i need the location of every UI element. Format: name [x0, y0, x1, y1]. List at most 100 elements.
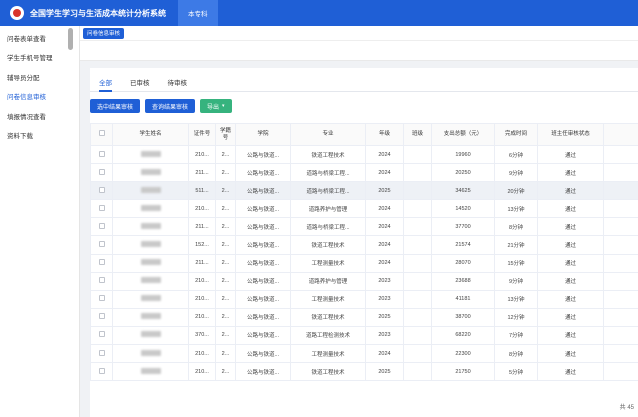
row-select-cell[interactable] — [90, 144, 113, 165]
sidebar-item-counselor-assign[interactable]: 辅导员分配 — [0, 67, 79, 87]
table-row[interactable]: 210... 2... 公路与铁道... 工程测量技术 2024 22300 8分钟 通过 — [90, 344, 638, 364]
row-select-cell[interactable] — [90, 344, 113, 364]
top-bar: 全国学生学习与生活成本统计分析系统 本专科 — [0, 0, 638, 26]
cell-total: 21750 — [431, 362, 495, 382]
cell-major: 铁道工程技术 — [290, 144, 366, 165]
cell-college: 公路与铁道... — [235, 253, 291, 273]
redacted-name — [140, 331, 161, 338]
row-checkbox[interactable] — [98, 313, 105, 320]
toolbar: 选中结果审核 查询结果审核 导出 ▾ — [90, 92, 638, 119]
row-select-cell[interactable] — [90, 235, 113, 255]
header-status: 班主任审核状态 — [537, 123, 604, 146]
row-select-cell[interactable] — [90, 163, 113, 183]
cell-extra — [603, 144, 638, 165]
table-row[interactable]: 211... 2... 公路与铁道... 工程测量技术 2024 28070 15分钟 通过 — [90, 253, 638, 273]
row-checkbox[interactable] — [98, 295, 105, 302]
row-checkbox[interactable] — [98, 367, 105, 374]
table-row[interactable]: 210... 2... 公路与铁道... 道路养护与管理 2024 14520 13分钟 通过 — [90, 199, 638, 219]
cell-grade: 2024 — [365, 217, 404, 237]
row-select-cell[interactable] — [90, 181, 113, 201]
select-all-cell[interactable] — [90, 123, 113, 146]
redacted-name — [140, 349, 161, 356]
cell-id: 210... — [188, 289, 216, 309]
cell-grade: 2025 — [365, 307, 404, 327]
redacted-name — [140, 241, 161, 248]
row-checkbox[interactable] — [98, 331, 105, 338]
export-button[interactable]: 导出 ▾ — [200, 99, 232, 113]
table-row[interactable]: 210... 2... 公路与铁道... 铁道工程技术 2025 21750 5分钟 通过 — [90, 362, 638, 382]
row-select-cell[interactable] — [90, 362, 113, 382]
cell-grade: 2023 — [365, 271, 404, 291]
sidebar-scrollbar[interactable] — [68, 28, 73, 50]
header-college: 学院 — [235, 123, 291, 146]
row-select-cell[interactable] — [90, 199, 113, 219]
cell-grade: 2023 — [365, 325, 404, 346]
row-checkbox[interactable] — [98, 186, 105, 193]
tab-reviewed[interactable]: 已审核 — [121, 72, 159, 91]
select-all-checkbox[interactable] — [98, 130, 105, 136]
student-name-cell — [112, 344, 189, 364]
cell-total: 23688 — [431, 271, 495, 291]
row-checkbox[interactable] — [98, 277, 105, 284]
cell-total: 20250 — [431, 163, 495, 183]
sidebar-item-survey-review[interactable]: 问卷信息审核 — [0, 87, 79, 107]
cell-status: 通过 — [537, 144, 604, 165]
table-row[interactable]: 152... 2... 公路与铁道... 铁道工程技术 2024 21574 21分钟 通过 — [90, 235, 638, 255]
cell-college: 公路与铁道... — [235, 235, 291, 255]
table-row[interactable]: 211... 2... 公路与铁道... 道路与桥梁工程... 2024 20250 9分钟… — [90, 163, 638, 183]
cell-time: 12分钟 — [494, 307, 538, 327]
cell-college: 公路与铁道... — [235, 144, 291, 165]
row-checkbox[interactable] — [98, 150, 105, 157]
cell-time: 8分钟 — [494, 217, 538, 237]
row-select-cell[interactable] — [90, 325, 113, 346]
breadcrumb-tag[interactable]: 问卷信息审核 — [83, 27, 125, 39]
cell-grade: 2024 — [365, 344, 404, 364]
table-row[interactable]: 211... 2... 公路与铁道... 道路与桥梁工程... 2024 37700 8分钟… — [90, 217, 638, 237]
cell-extra — [603, 217, 638, 237]
cell-id: 210... — [188, 144, 216, 165]
cell-total: 68220 — [431, 325, 495, 346]
cell-major: 铁道工程技术 — [290, 362, 366, 382]
app-title: 全国学生学习与生活成本统计分析系统 — [30, 8, 166, 18]
review-query-button[interactable]: 查询结果审核 — [145, 99, 196, 113]
cell-class — [403, 344, 432, 364]
pagination-total: 共 45 — [619, 405, 634, 411]
sidebar-item-downloads[interactable]: 资料下载 — [0, 126, 79, 146]
cell-time: 15分钟 — [494, 253, 538, 273]
table-row[interactable]: 210... 2... 公路与铁道... 铁道工程技术 2025 38700 12分钟 通过 — [90, 307, 638, 327]
cell-status: 通过 — [537, 307, 604, 327]
student-name-cell — [112, 362, 189, 382]
table-row[interactable]: 210... 2... 公路与铁道... 工程测量技术 2023 41181 13分钟 通过 — [90, 289, 638, 309]
sidebar-item-phone-manage[interactable]: 学生手机号管理 — [0, 48, 79, 68]
row-select-cell[interactable] — [90, 271, 113, 291]
row-select-cell[interactable] — [90, 253, 113, 273]
tab-undergrad[interactable]: 本专科 — [178, 0, 218, 26]
row-checkbox[interactable] — [98, 204, 105, 211]
redacted-name — [140, 259, 161, 266]
tab-all[interactable]: 全部 — [90, 72, 121, 92]
cell-xj: 2... — [215, 344, 236, 364]
review-selected-button[interactable]: 选中结果审核 — [90, 99, 141, 113]
cell-class — [403, 289, 432, 309]
row-checkbox[interactable] — [98, 349, 105, 356]
cell-id: 211... — [188, 217, 216, 237]
row-select-cell[interactable] — [90, 307, 113, 327]
cell-total: 34625 — [431, 181, 495, 201]
table-row[interactable]: 511... 2... 公路与铁道... 道路与桥梁工程... 2025 34625 20分… — [90, 181, 638, 201]
row-checkbox[interactable] — [98, 222, 105, 229]
sidebar-item-fill-status[interactable]: 填报情况查看 — [0, 106, 79, 126]
table-row[interactable]: 210... 2... 公路与铁道... 铁道工程技术 2024 19960 6分钟 通过 — [90, 144, 638, 165]
cell-class — [403, 235, 432, 255]
row-checkbox[interactable] — [98, 259, 105, 266]
table-row[interactable]: 210... 2... 公路与铁道... 道路养护与管理 2023 23688 9分钟 通过 — [90, 271, 638, 291]
row-checkbox[interactable] — [98, 241, 105, 248]
student-name-cell — [112, 217, 189, 237]
table-row[interactable]: 370... 2... 公路与铁道... 道路工程检测技术 2023 68220 7分钟 通过 — [90, 325, 638, 346]
row-checkbox[interactable] — [98, 168, 105, 175]
cell-total: 22300 — [431, 344, 495, 364]
student-name-cell — [112, 325, 189, 346]
row-select-cell[interactable] — [90, 217, 113, 237]
row-select-cell[interactable] — [90, 289, 113, 309]
student-name-cell — [112, 144, 189, 165]
tab-pending[interactable]: 待审核 — [159, 72, 197, 91]
